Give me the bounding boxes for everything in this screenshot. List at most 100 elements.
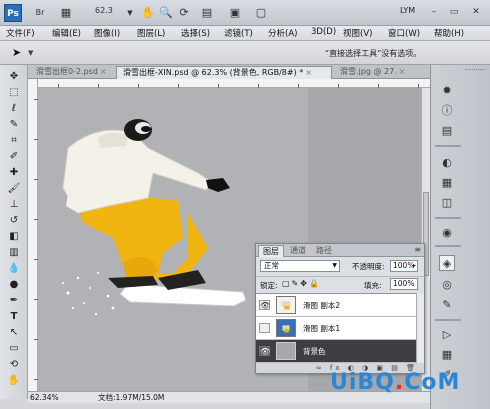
- menu-help[interactable]: 帮助(H): [434, 27, 464, 39]
- info-icon[interactable]: ⓘ: [439, 103, 455, 119]
- eraser-tool-icon[interactable]: ◧: [4, 229, 24, 244]
- move-tool-icon[interactable]: ✥: [4, 69, 24, 84]
- healing-tool-icon[interactable]: ✚: [4, 165, 24, 180]
- screen-mode-icon[interactable]: ▢: [252, 4, 270, 22]
- tab-document-active[interactable]: 滑雪出框-XIN.psd @ 62.3% (背景色, RGB/8#) * ×: [116, 66, 332, 79]
- close-icon[interactable]: ×: [100, 67, 107, 76]
- layer-list-scrollbar[interactable]: [416, 293, 424, 363]
- hand-tool-icon[interactable]: ✋: [4, 373, 24, 388]
- bridge-icon[interactable]: Br: [32, 4, 48, 22]
- menu-window[interactable]: 窗口(W): [388, 27, 420, 39]
- rotate-view-icon[interactable]: ⟳: [176, 4, 192, 22]
- close-icon[interactable]: ×: [305, 68, 312, 77]
- fill-label: 填充:: [364, 281, 382, 290]
- fill-value: 100%: [393, 279, 415, 288]
- layer-name[interactable]: 滑图 副本1: [303, 323, 340, 334]
- menu-view[interactable]: 视图(V): [343, 27, 372, 39]
- tab-document[interactable]: 滑雪出框0-2.psd ×: [30, 66, 114, 79]
- gradient-tool-icon[interactable]: ▥: [4, 245, 24, 260]
- layer-row[interactable]: 👁 滑图 副本1: [256, 317, 416, 340]
- navigator-icon[interactable]: ✹: [439, 83, 455, 99]
- paths-icon[interactable]: ✎: [439, 297, 455, 313]
- chevron-right-icon: ▸: [412, 262, 416, 269]
- grid-icon[interactable]: ▤: [198, 4, 216, 22]
- menu-3d[interactable]: 3D(D): [311, 27, 336, 37]
- status-zoom[interactable]: 62.34%: [30, 392, 59, 403]
- horizontal-ruler: [38, 79, 430, 88]
- panel-menu-icon[interactable]: ≡: [414, 245, 421, 254]
- history-icon[interactable]: ▦: [439, 347, 455, 363]
- chevron-down-icon: ▼: [332, 262, 337, 269]
- type-tool-icon[interactable]: T: [4, 309, 24, 324]
- blend-mode-select[interactable]: 正常 ▼: [260, 260, 340, 272]
- arrange-icon[interactable]: ▣: [226, 4, 244, 22]
- layers-panel: 图层 通道 路径 ≡ 正常 ▼ 不透明度: 100% ▸ 锁定: ▢✎✥🔒 填充: …: [255, 243, 425, 374]
- menu-select[interactable]: 选择(S): [181, 27, 210, 39]
- close-icon[interactable]: ×: [399, 67, 406, 76]
- tab-paths[interactable]: 路径: [312, 245, 336, 257]
- brush-tool-icon[interactable]: 🖌: [4, 181, 24, 196]
- marquee-tool-icon[interactable]: ⬚: [4, 85, 24, 100]
- eyedropper-tool-icon[interactable]: ✐: [4, 149, 24, 164]
- layer-name[interactable]: 背景色: [303, 346, 326, 357]
- eye-icon[interactable]: 👁: [259, 346, 270, 356]
- adjustments-icon[interactable]: ◉: [439, 225, 455, 241]
- channels-icon[interactable]: ◎: [439, 277, 455, 293]
- 3d-tool-icon[interactable]: ⟲: [4, 357, 24, 372]
- layer-row[interactable]: 👁 滑图 副本2: [256, 294, 416, 317]
- actions-icon[interactable]: ▷: [439, 327, 455, 343]
- menu-analysis[interactable]: 分析(A): [268, 27, 297, 39]
- user-name[interactable]: LYM: [400, 6, 415, 15]
- snowboard: [119, 283, 247, 307]
- fill-input[interactable]: 100%: [390, 278, 418, 290]
- layer-name[interactable]: 滑图 副本2: [303, 300, 340, 311]
- menu-edit[interactable]: 编辑(E): [52, 27, 81, 39]
- document-size: 文档:1.97M/15.0M: [98, 393, 165, 402]
- pen-tool-icon[interactable]: ✒: [4, 293, 24, 308]
- layout-icon[interactable]: ▦: [56, 4, 76, 22]
- eye-off-icon[interactable]: 👁: [259, 323, 270, 333]
- watermark-dot: .: [394, 370, 405, 395]
- panel-grip[interactable]: [465, 69, 485, 73]
- minimize-icon[interactable]: –: [428, 6, 440, 18]
- maximize-icon[interactable]: ▭: [448, 6, 460, 18]
- tab-document[interactable]: 滑雪.jpg @ 27. ×: [334, 66, 424, 79]
- eye-icon[interactable]: 👁: [259, 300, 270, 310]
- chevron-down-icon[interactable]: ▼: [125, 4, 135, 22]
- hand-icon[interactable]: ✋: [140, 4, 156, 22]
- dodge-tool-icon[interactable]: ●: [4, 277, 24, 292]
- tools-panel: ✥ ⬚ ℓ ✎ ⌗ ✐ ✚ 🖌 ⊥ ↺ ◧ ▥ 💧 ● ✒ T ↖ ▭ ⟲ ✋: [0, 65, 28, 399]
- lasso-tool-icon[interactable]: ℓ: [4, 101, 24, 116]
- tab-channels[interactable]: 通道: [286, 245, 310, 257]
- layer-thumbnail: [276, 319, 296, 337]
- opacity-label: 不透明度:: [352, 262, 385, 271]
- crop-tool-icon[interactable]: ⌗: [4, 133, 24, 148]
- history-brush-tool-icon[interactable]: ↺: [4, 213, 24, 228]
- options-bar: ➤ ▼ “直接选择工具”没有选项。: [0, 41, 490, 65]
- swatches-icon[interactable]: ▦: [439, 175, 455, 191]
- opacity-input[interactable]: 100% ▸: [390, 260, 418, 272]
- layers-icon[interactable]: ◈: [439, 255, 455, 271]
- color-icon[interactable]: ◐: [439, 155, 455, 171]
- zoom-icon[interactable]: 🔍: [158, 4, 174, 22]
- quick-select-tool-icon[interactable]: ✎: [4, 117, 24, 132]
- zoom-level[interactable]: 62.3: [95, 6, 123, 20]
- menu-file[interactable]: 文件(F): [6, 27, 35, 39]
- direct-select-icon[interactable]: ➤: [12, 46, 21, 59]
- menu-filter[interactable]: 滤镜(T): [224, 27, 253, 39]
- tab-layers[interactable]: 图层: [258, 245, 284, 257]
- blur-tool-icon[interactable]: 💧: [4, 261, 24, 276]
- tool-preset-dropdown-icon[interactable]: ▼: [28, 49, 33, 57]
- histogram-icon[interactable]: ▤: [439, 123, 455, 139]
- layer-row-selected[interactable]: 👁 背景色: [256, 340, 416, 363]
- lock-icons[interactable]: ▢✎✥🔒: [282, 279, 321, 288]
- opacity-value: 100%: [393, 261, 415, 270]
- path-select-tool-icon[interactable]: ↖: [4, 325, 24, 340]
- close-icon[interactable]: ✕: [470, 6, 482, 18]
- styles-icon[interactable]: ◫: [439, 195, 455, 211]
- panel-dock: ✹ ⓘ ▤ ◐ ▦ ◫ ◉ ◈ ◎ ✎ ▷ ▦ ✐: [430, 65, 490, 409]
- stamp-tool-icon[interactable]: ⊥: [4, 197, 24, 212]
- menu-layer[interactable]: 图层(L): [137, 27, 165, 39]
- shape-tool-icon[interactable]: ▭: [4, 341, 24, 356]
- menu-image[interactable]: 图像(I): [94, 27, 120, 39]
